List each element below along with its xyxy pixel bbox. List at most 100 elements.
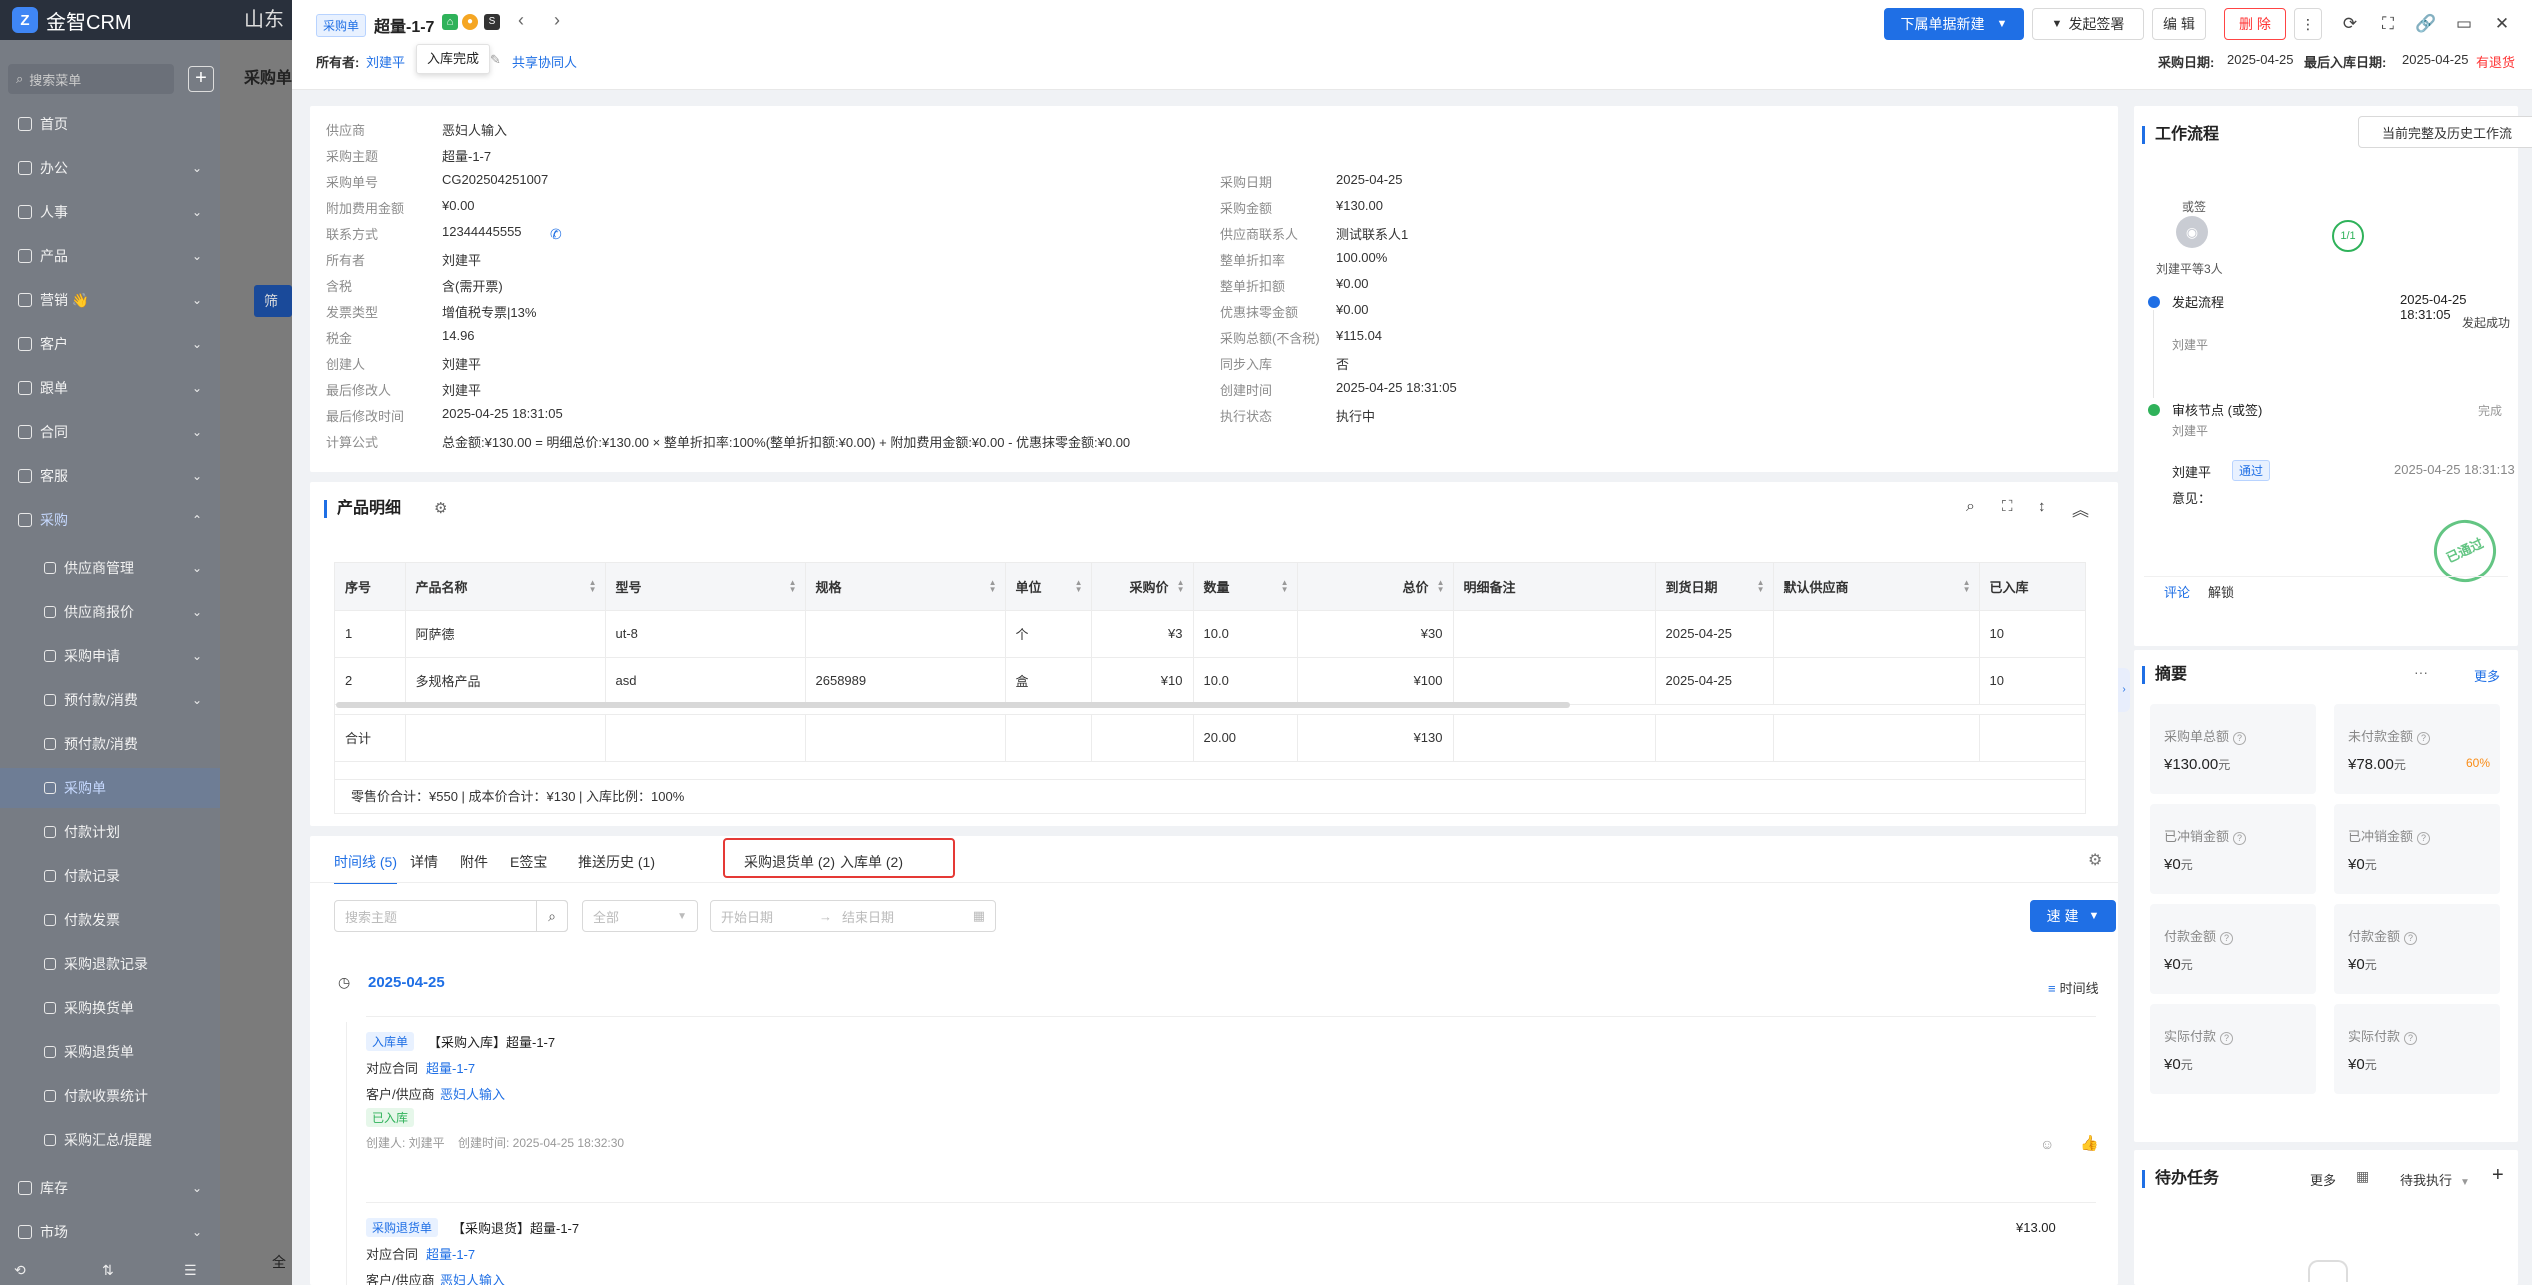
help-icon[interactable]: ? [2220,932,2234,945]
add-menu-button[interactable]: + [188,66,214,92]
expand-icon[interactable]: ⛶ [2002,498,2013,515]
edit-button[interactable]: 编 辑 [2152,8,2206,40]
table-row[interactable]: 1 阿萨德 ut-8 个 ¥3 10.0 ¥30 2025-04-25 10 [335,610,2085,658]
window-icon[interactable]: ▭ [2450,10,2478,38]
delete-button[interactable]: 删 除 [2224,8,2286,40]
column-header[interactable]: 已入库 [1979,563,2085,611]
summary-more-icon[interactable]: ··· [2414,664,2428,680]
column-header[interactable]: 采购价 ▲ ▼ [1091,563,1194,611]
column-header[interactable]: 明细备注 [1453,563,1656,611]
column-header[interactable]: 产品名称 ▲ ▼ [405,563,606,611]
field-value[interactable]: 测试联系人1 [1336,224,1408,243]
sidebar-item[interactable]: 客户 ⌄ [0,324,220,364]
column-header[interactable]: 序号 [335,563,406,611]
summary-stat[interactable]: 采购单总额? ¥130.00元 [2150,704,2316,794]
settings-gear-icon[interactable]: ⚙ [434,499,447,517]
history-workflow-button[interactable]: 当前完整及历史工作流 [2358,116,2532,148]
todo-more-link[interactable]: 更多 [2310,1170,2336,1189]
help-icon[interactable]: ? [2404,932,2418,945]
date-range-picker[interactable]: 开始日期 → 结束日期 ▦ [710,900,996,932]
sidebar-subitem[interactable]: 预付款/消费 ⌄ [0,680,220,720]
footer-settings-icon[interactable]: ⟲ [14,1262,26,1279]
sidebar-subitem[interactable]: 采购申请 ⌄ [0,636,220,676]
sort-icon[interactable]: ▲ ▼ [789,579,797,594]
prev-record-icon[interactable]: ‹ [518,10,524,31]
sort-icon[interactable]: ▲ ▼ [1281,579,1289,594]
menu-search-input[interactable]: ⌕ 搜索菜单 [8,64,174,94]
sort-icon[interactable]: ▲ ▼ [1757,579,1765,594]
sidebar-item[interactable]: 合同 ⌄ [0,412,220,452]
collapse-right-panel-handle[interactable]: › [2118,668,2130,712]
tab-item[interactable]: 推送历史 (1) [578,852,655,872]
timeline-search-input[interactable]: 搜索主题 [334,900,568,932]
phone-icon[interactable]: ✆ [550,226,562,243]
column-header[interactable]: 总价 ▲ ▼ [1297,563,1454,611]
column-header[interactable]: 数量 ▲ ▼ [1193,563,1298,611]
sort-icon[interactable]: ▲ ▼ [1963,579,1971,594]
sidebar-subitem[interactable]: 采购退款记录 [0,944,220,984]
sort-icon[interactable]: ▲ ▼ [1075,579,1083,594]
help-icon[interactable]: ? [2417,732,2431,745]
table-cell[interactable]: 阿萨德 [405,610,606,658]
next-record-icon[interactable]: › [554,10,560,31]
sidebar-item[interactable]: 库存 ⌄ [0,1168,220,1208]
start-sign-button[interactable]: ▼ 发起签署 [2032,8,2144,40]
sidebar-item[interactable]: 市场 ⌄ [0,1212,220,1252]
summary-stat[interactable]: 付款金额? ¥0元 [2150,904,2316,994]
emoji-icon[interactable]: ☺ [2040,1136,2054,1152]
share-collaborators-link[interactable]: 共享协同人 [512,52,577,71]
more-actions-icon[interactable]: ⋮ [2294,8,2322,40]
summary-stat[interactable]: 已冲销金额? ¥0元 [2150,804,2316,894]
sort-icon[interactable]: ▲ ▼ [989,579,997,594]
summary-stat[interactable]: 未付款金额? ¥78.00元 60% [2334,704,2500,794]
sort-icon[interactable]: ▲ ▼ [1177,579,1185,594]
column-header[interactable]: 到货日期 ▲ ▼ [1655,563,1774,611]
sidebar-subitem[interactable]: 采购换货单 [0,988,220,1028]
help-icon[interactable]: ? [2233,732,2247,745]
table-scrollbar[interactable] [336,702,1570,708]
search-icon[interactable]: ⌕ [1966,498,1975,516]
sidebar-item[interactable]: 营销 👋 ⌄ [0,280,220,320]
help-icon[interactable]: ? [2220,1032,2234,1045]
unlock-tab[interactable]: 解锁 [2208,582,2234,601]
sidebar-item[interactable]: 跟单 ⌄ [0,368,220,408]
sidebar-item[interactable]: 产品 ⌄ [0,236,220,276]
sidebar-subitem[interactable]: 付款计划 [0,812,220,852]
entry-contract-link[interactable]: 超量-1-7 [426,1058,475,1077]
sidebar-subitem[interactable]: 预付款/消费 [0,724,220,764]
sort-icon[interactable]: ▲ ▼ [1437,579,1445,594]
tab-item[interactable]: 附件 [460,852,488,872]
summary-more-link[interactable]: 更多 [2474,666,2500,685]
timeline-entry[interactable]: 入库单 【采购入库】超量-1-7 对应合同 超量-1-7 客户/供应商 恶妇人输… [366,1032,2106,1152]
sub-document-new-button[interactable]: 下属单据新建 ▼ [1884,8,2024,40]
search-icon[interactable]: ⌕ [536,900,568,932]
sidebar-item[interactable]: 人事 ⌄ [0,192,220,232]
sidebar-item[interactable]: 办公 ⌄ [0,148,220,188]
table-row[interactable]: 2 多规格产品 asd 2658989 盒 ¥10 10.0 ¥100 2025-04-25 10 [335,657,2085,705]
sidebar-subitem[interactable]: 付款记录 [0,856,220,896]
like-icon[interactable]: 👍 [2080,1134,2099,1152]
entry-supplier-link[interactable]: 恶妇人输入 [440,1084,505,1103]
tab-item[interactable]: 时间线 (5) [334,852,397,884]
collapse-up-icon[interactable]: ︽ [2072,496,2089,521]
todo-filter-select[interactable]: 待我执行 ▼ [2400,1170,2470,1189]
row-height-icon[interactable]: ↕ [2038,498,2046,515]
sidebar-subitem[interactable]: 供应商报价 ⌄ [0,592,220,632]
sidebar-subitem[interactable]: 付款收票统计 [0,1076,220,1116]
footer-filter-icon[interactable]: ⇅ [102,1262,114,1279]
sidebar-subitem[interactable]: 采购退货单 [0,1032,220,1072]
owner-link[interactable]: 刘建平 [366,52,405,71]
fullscreen-icon[interactable]: ⛶ [2374,10,2402,38]
summary-stat[interactable]: 实际付款? ¥0元 [2334,1004,2500,1094]
summary-stat[interactable]: 实际付款? ¥0元 [2150,1004,2316,1094]
sidebar-item[interactable]: 客服 ⌄ [0,456,220,496]
tab-item[interactable]: 详情 [410,852,438,872]
close-icon[interactable]: ✕ [2488,10,2516,38]
timeline-entry[interactable]: 采购退货单 【采购退货】超量-1-7 ¥13.00 对应合同 超量-1-7 客户… [366,1218,2106,1285]
help-icon[interactable]: ? [2233,832,2247,845]
column-header[interactable]: 规格 ▲ ▼ [805,563,1006,611]
column-header[interactable]: 单位 ▲ ▼ [1005,563,1092,611]
entry-contract-link[interactable]: 超量-1-7 [426,1244,475,1263]
summary-stat[interactable]: 付款金额? ¥0元 [2334,904,2500,994]
sidebar-subitem[interactable]: 付款发票 [0,900,220,940]
